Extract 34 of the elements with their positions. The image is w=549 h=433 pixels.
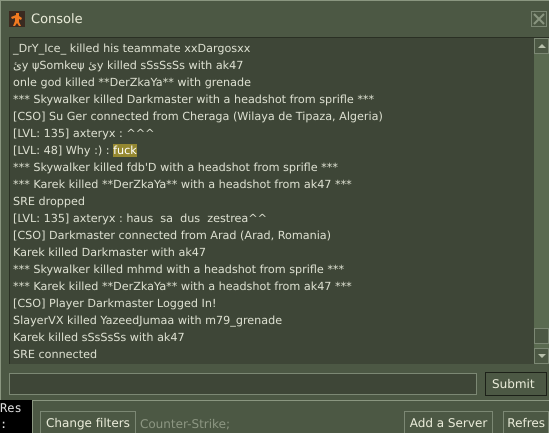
log-line: onle god killed **DerZkaYa** with grenade	[13, 75, 252, 91]
command-input[interactable]	[9, 373, 477, 395]
log-line: [LVL: 135] axteryx : ^^^	[13, 126, 156, 142]
log-line: SRE connected	[13, 347, 98, 363]
log-line: *** Karek killed **DerZkaYa** with a headshot from ak47 ***	[13, 279, 353, 295]
log-line: [LVL: 48] Why :) : fuck	[13, 143, 138, 159]
log-line: [LVL: 135] axteryx : haus sa dus zestrea^^	[13, 211, 268, 227]
log-line: *** Skywalker killed mhmd with a headshot from sprifle ***	[13, 262, 346, 278]
log-line: [CSO] Player Darkmaster Logged In!	[13, 296, 218, 312]
log-line: SRE dropped	[13, 194, 86, 210]
log-line: ئy ψSomkeψ ئy killed sSsSsSs with ak47	[13, 58, 244, 74]
log-line: Karek killed Darkmaster with ak47	[13, 245, 208, 261]
close-button[interactable]	[531, 11, 547, 27]
log-line: *** Skywalker killed Darkmaster with a headshot from sprifle ***	[13, 92, 376, 108]
refresh-button[interactable]: Refres	[503, 411, 549, 433]
log-line: [CSO] Darkmaster connected from Arad (Arad, Romania)	[13, 228, 332, 244]
window-title: Console	[31, 12, 83, 26]
log-line: SlayerVX killed YazeedJumaa with m79_grenade	[13, 313, 284, 329]
log-line: _DrY_Ice_ killed his teammate xxDargosxx	[13, 41, 252, 57]
terminal-text: :	[0, 416, 8, 432]
log-line: Karek killed sSsSsSs with ak47	[13, 330, 186, 346]
scroll-thumb[interactable]	[534, 328, 549, 344]
log-line: [CSO] Su Ger connected from Cheraga (Wilaya de Tipaza, Algeria)	[13, 109, 384, 125]
log-line: *** Skywalker killed fdb'D with a headshot from sprifle ***	[13, 160, 339, 176]
up-arrow-icon[interactable]	[538, 44, 546, 48]
filter-summary: Counter-Strike;	[140, 416, 230, 433]
terminal-text: Res	[0, 400, 23, 416]
down-arrow-icon[interactable]	[538, 354, 546, 358]
submit-button[interactable]: Submit	[485, 372, 547, 396]
add-server-button[interactable]: Add a Server	[404, 411, 494, 433]
soldier-icon	[9, 11, 25, 27]
scrollbar[interactable]	[534, 38, 549, 364]
log-line: *** Karek killed **DerZkaYa** with a headshot from ak47 ***	[13, 177, 353, 193]
change-filters-button[interactable]: Change filters	[40, 411, 136, 433]
